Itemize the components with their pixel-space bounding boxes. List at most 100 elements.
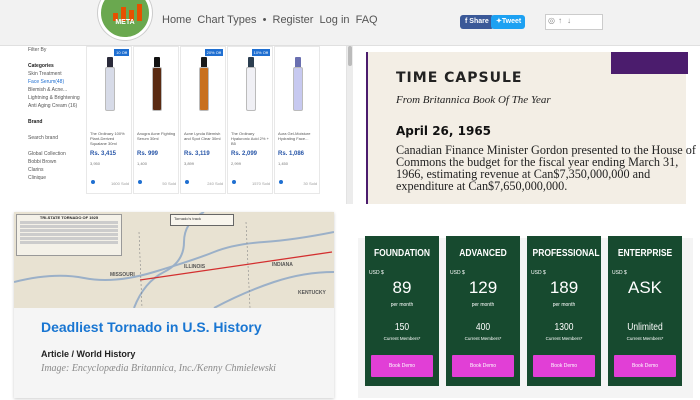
- filter-item[interactable]: Anti Aging Cream (16): [28, 102, 80, 110]
- plan-members: 1300: [554, 322, 574, 333]
- plan-period: per month: [552, 302, 576, 308]
- main-nav: Home Chart Types • Register Log in FAQ: [162, 14, 381, 26]
- map-state-label: ILLINOIS: [184, 264, 206, 270]
- plan-members-label: Current Members*: [464, 336, 502, 341]
- product-card[interactable]: 10 Off The Ordinary 100% Plant-Derived Sq…: [86, 46, 132, 194]
- plan-currency: USD $: [450, 270, 465, 276]
- time-capsule-panel: TIME CAPSULE From Britannica Book Of The…: [353, 46, 700, 204]
- product-old-price: 1,400: [137, 161, 148, 166]
- product-name[interactable]: Acne Lynda Blemish and Spot Clear 30ml: [184, 131, 224, 141]
- plan-name: PROFESSIONAL: [532, 248, 600, 259]
- nav-home[interactable]: Home: [162, 14, 191, 26]
- time-capsule-subtitle: From Britannica Book Of The Year: [396, 94, 551, 106]
- time-capsule-date: April 26, 1965: [396, 124, 492, 138]
- filter-item[interactable]: Categories: [28, 62, 80, 70]
- filter-item[interactable]: Blemish & Acne...: [28, 86, 80, 94]
- nav-faq[interactable]: FAQ: [356, 14, 378, 26]
- reddit-icon[interactable]: ◎: [548, 16, 555, 25]
- time-capsule-card[interactable]: TIME CAPSULE From Britannica Book Of The…: [366, 52, 696, 204]
- facebook-share-button[interactable]: f Share: [460, 15, 494, 29]
- filter-item[interactable]: Face Serum(48): [28, 78, 80, 86]
- upvote-icon[interactable]: ↑: [558, 16, 562, 25]
- product-image: [142, 55, 172, 121]
- discount-badge: 10 Off: [114, 49, 129, 56]
- nav-separator: •: [262, 14, 267, 26]
- filter-item[interactable]: Clinique: [28, 174, 80, 182]
- filter-item[interactable]: Lightning & Brightening...: [28, 94, 80, 102]
- product-card[interactable]: 10% Off The Ordinary Hyaluronic Acid 2% +…: [227, 46, 273, 194]
- product-name[interactable]: The Ordinary 100% Plant-Derived Squalane…: [90, 131, 130, 146]
- seller-icon: [232, 180, 236, 184]
- twitter-share-label: Tweet: [501, 18, 522, 25]
- product-price: Rs. 999: [137, 151, 159, 157]
- product-old-price: 3,899: [184, 161, 195, 166]
- product-price: Rs. 3,119: [184, 151, 210, 157]
- scrollbar-thumb[interactable]: [348, 46, 352, 66]
- seller-icon: [138, 180, 142, 184]
- facebook-share-label: Share: [469, 18, 489, 25]
- plan-price: 129: [468, 278, 498, 297]
- product-name[interactable]: Anugra Acne Fighting Serum 30ml: [137, 131, 177, 141]
- social-buttons[interactable]: ◎ ↑ ↓: [545, 14, 603, 30]
- plan-name: ADVANCED: [459, 248, 507, 259]
- filter-item[interactable]: Brand: [28, 118, 80, 126]
- downvote-icon[interactable]: ↓: [567, 16, 571, 25]
- product-old-price: 2,999: [231, 161, 242, 166]
- pricing-plan-professional: PROFESSIONAL USD $189 per month 1300 Current…: [527, 236, 601, 386]
- nav-chart-types[interactable]: Chart Types: [197, 14, 256, 26]
- book-demo-button[interactable]: Book Demo: [533, 355, 595, 377]
- filter-item[interactable]: Clarins: [28, 166, 80, 174]
- book-demo-button[interactable]: Book Demo: [371, 355, 433, 377]
- product-price: Rs. 1,086: [278, 151, 305, 157]
- filter-item[interactable]: Search brand: [28, 134, 80, 142]
- seller-icon: [185, 180, 189, 184]
- product-name[interactable]: Aura Gel-Moisture Hydrating Face...: [278, 131, 318, 141]
- product-sold-count: 240 Sold: [207, 181, 223, 186]
- book-demo-button[interactable]: Book Demo: [614, 355, 676, 377]
- plan-period: per month: [390, 302, 414, 308]
- product-grid: 10 Off The Ordinary 100% Plant-Derived Sq…: [86, 46, 320, 196]
- product-card[interactable]: Anugra Acne Fighting Serum 30ml Rs. 999 1,…: [133, 46, 179, 194]
- product-sold-count: 1600 Sold: [110, 181, 129, 186]
- filter-item[interactable]: Global Collection: [28, 150, 80, 158]
- time-capsule-badge: [611, 52, 688, 74]
- article-title[interactable]: Deadliest Tornado in U.S. History: [41, 320, 281, 334]
- product-image: [236, 55, 266, 121]
- seller-icon: [91, 180, 95, 184]
- product-name[interactable]: The Ordinary Hyaluronic Acid 2% + B5: [231, 131, 271, 146]
- map-legend: Tornado's track: [170, 214, 234, 226]
- map-legend-text: Tornado's track: [174, 216, 201, 221]
- filter-item[interactable]: Filter By: [28, 46, 80, 54]
- book-demo-button[interactable]: Book Demo: [452, 355, 514, 377]
- tornado-article-card[interactable]: TRI-STATE TORNADO OF 1925 Tornado's trac…: [14, 212, 334, 398]
- plan-members-label: Current Members*: [626, 336, 664, 341]
- plan-currency: USD $: [531, 270, 546, 276]
- plan-price: 89: [392, 278, 412, 297]
- product-card[interactable]: Aura Gel-Moisture Hydrating Face... Rs. 1…: [274, 46, 320, 194]
- site-logo[interactable]: META: [98, 0, 152, 40]
- product-old-price: 1,450: [278, 161, 289, 166]
- product-image: [283, 55, 313, 121]
- filter-item[interactable]: Bobbi Brown: [28, 158, 80, 166]
- map-state-label: INDIANA: [272, 262, 293, 268]
- pricing-panel: FOUNDATION USD $ 89 per month 150 Current Mem…: [350, 208, 700, 400]
- plan-period: per month: [471, 302, 495, 308]
- nav-register[interactable]: Register: [273, 14, 314, 26]
- tornado-map: TRI-STATE TORNADO OF 1925 Tornado's trac…: [14, 212, 334, 309]
- product-sold-count: 30 Sold: [303, 181, 317, 186]
- plan-members: 150: [394, 322, 410, 333]
- filter-item: [28, 142, 80, 150]
- time-capsule-title: TIME CAPSULE: [396, 70, 523, 86]
- map-inset-title: TRI-STATE TORNADO OF 1925: [39, 215, 99, 220]
- nav-login[interactable]: Log in: [320, 14, 350, 26]
- map-state-label: MISSOURI: [110, 272, 135, 278]
- plan-currency: USD $: [369, 270, 384, 276]
- product-sold-count: 50 Sold: [162, 181, 176, 186]
- product-old-price: 3,950: [90, 161, 101, 166]
- product-card[interactable]: 20% Off Acne Lynda Blemish and Spot Clear…: [180, 46, 226, 194]
- plan-members-label: Current Members*: [383, 336, 421, 341]
- filter-item[interactable]: Skin Treatment: [28, 70, 80, 78]
- twitter-share-button[interactable]: ✦Tweet: [491, 15, 525, 29]
- map-inset-table: TRI-STATE TORNADO OF 1925: [16, 214, 122, 256]
- product-sold-count: 1570 Sold: [251, 181, 270, 186]
